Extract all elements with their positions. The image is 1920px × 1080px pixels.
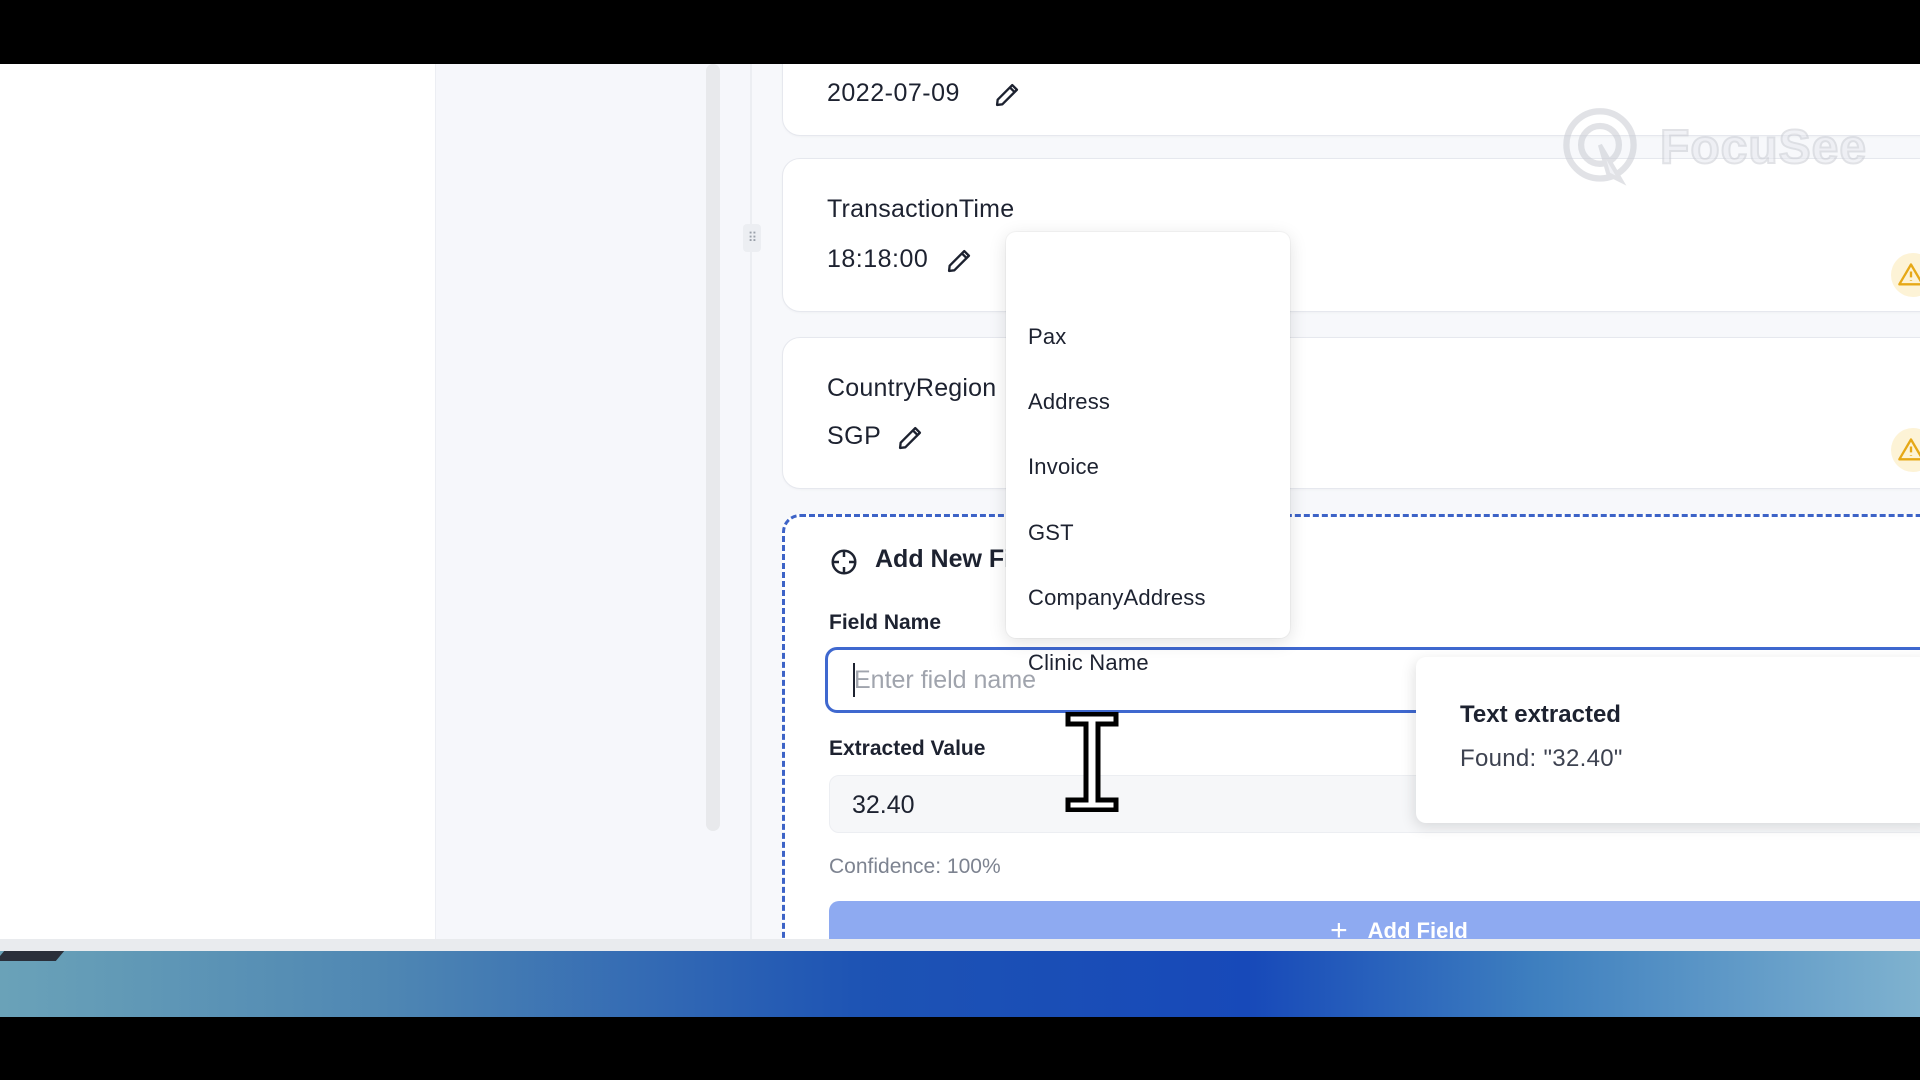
field-value: SGP (827, 422, 882, 450)
dropdown-item[interactable]: Clinic Name (1028, 650, 1149, 676)
field-label: CountryRegion (827, 374, 997, 402)
text-caret (853, 663, 855, 697)
dropdown-item[interactable]: Pax (1028, 324, 1067, 350)
edit-icon[interactable] (896, 424, 924, 452)
left-panel (0, 64, 435, 939)
app-window: ⠿ 2022-07-09 TransactionTime 18:18:00 Co… (0, 64, 1920, 939)
toast-body: Found: "32.40" (1460, 745, 1623, 772)
dropdown-item[interactable]: GST (1028, 520, 1074, 546)
toast-notification: Text extracted Found: "32.40" (1416, 657, 1920, 823)
text-cursor-icon (1065, 712, 1119, 812)
add-field-title: Add New Fi (875, 545, 1012, 573)
warning-icon (1891, 428, 1920, 472)
extracted-value-label: Extracted Value (829, 737, 986, 760)
watermark-text: FocuSee (1659, 120, 1868, 175)
desktop-edge (0, 951, 65, 961)
field-value: 2022-07-09 (827, 79, 960, 107)
field-name-label: Field Name (829, 611, 942, 634)
field-name-suggestions-dropdown: Pax Address Invoice GST CompanyAddress C… (1006, 232, 1290, 675)
desktop-background (0, 951, 1920, 1017)
extracted-value-text: 32.40 (852, 791, 915, 819)
field-value: 18:18:00 (827, 245, 929, 273)
dropdown-item[interactable]: Address (1028, 389, 1110, 415)
add-field-button-label: Add Field (1367, 918, 1468, 939)
edit-icon[interactable] (945, 247, 973, 275)
sidebar-scrollbar[interactable] (706, 64, 720, 831)
confidence-text: Confidence: 100% (829, 855, 1001, 878)
dropdown-item[interactable]: Invoice (1028, 454, 1099, 480)
edit-icon[interactable] (993, 81, 1021, 109)
toast-title: Text extracted (1460, 701, 1621, 728)
crosshair-icon (831, 549, 857, 575)
column-divider (750, 64, 752, 939)
focusee-logo-icon (1563, 108, 1637, 186)
warning-icon (1891, 253, 1920, 297)
dropdown-item[interactable]: CompanyAddress (1028, 585, 1206, 611)
add-field-button[interactable]: + Add Field (829, 901, 1920, 939)
plus-icon: + (1330, 914, 1348, 939)
drag-handle-icon[interactable]: ⠿ (743, 224, 761, 252)
bottom-scrollbar (0, 939, 1920, 951)
focusee-watermark: FocuSee (1558, 102, 1867, 192)
field-label: TransactionTime (827, 195, 1015, 223)
field-card-country-region: CountryRegion SGP (782, 337, 1920, 489)
